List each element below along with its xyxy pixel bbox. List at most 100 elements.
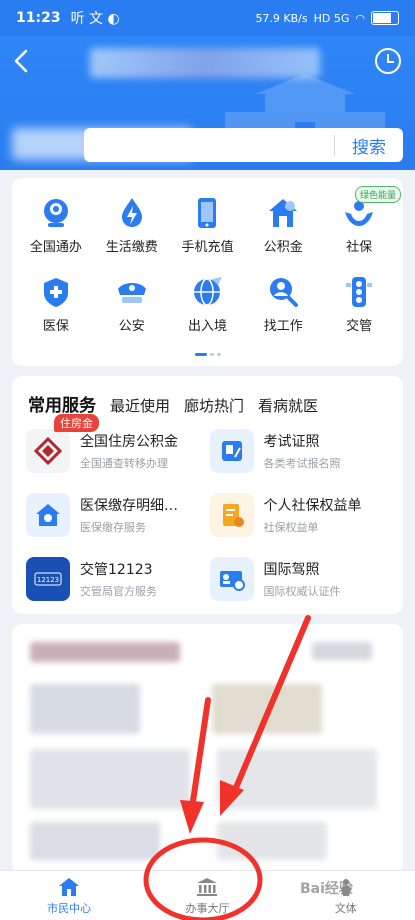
grid-label: 找工作 [263,319,303,334]
battery-icon [371,11,399,25]
service-subtitle: 国际权威认证件 [263,585,341,598]
page-dot [209,353,214,356]
service-tabs: 常用服务 最近使用 廊坊热门 看病就医 [12,376,403,416]
medical-home-icon [36,504,60,526]
service-housing-fund[interactable]: 住房金 全国住房公积金 全国通查转移办理 [26,414,210,474]
search-button[interactable]: 搜索 [335,133,403,158]
service-icon-box [209,493,254,537]
service-intl-license[interactable]: 国际驾照 国际权威认证件 [209,556,394,602]
service-title: 考试证照 [263,434,320,450]
blurred-item [212,684,322,734]
service-icon-box [209,429,254,473]
service-text: 个人社保权益单 社保权益单 [264,495,362,535]
service-text: 医保缴存明细… 医保缴存服务 [80,495,178,535]
net-speed: 57.9 KB/s [255,11,308,25]
status-right: 57.9 KB/s HD 5G ◠ [255,11,399,25]
housing-fund-logo-icon [34,437,62,465]
home-icon [59,877,80,896]
blurred-content-card [12,624,403,874]
service-text: 交管12123 交管局官方服务 [80,559,157,599]
app-header: 搜索 [0,36,415,170]
grid-label: 医保 [42,319,69,334]
service-icon-box: 12123 [26,557,70,601]
service-title: 医保缴存明细… [80,498,178,514]
service-title: 全国住房公积金 [80,434,178,450]
wifi-icon: ◠ [355,11,365,25]
service-title: 国际驾照 [263,562,320,578]
traffic-light-icon [346,277,373,307]
grid-label: 交管 [346,319,373,334]
grid-label: 全国通办 [29,240,82,255]
status-time: 11:23 [16,10,61,26]
tab-medical[interactable]: 看病就医 [258,395,318,416]
grid-item-police[interactable]: 公安 [94,275,170,334]
service-social-rights[interactable]: 个人社保权益单 社保权益单 [209,492,394,538]
grid-item-exit-entry[interactable]: 出入境 [170,275,246,334]
signal-label: HD 5G [313,11,350,25]
medical-shield-icon [43,278,68,307]
green-energy-tag: 绿色能量 [354,186,401,203]
service-subtitle: 交管局官方服务 [80,585,157,598]
blurred-item [30,684,140,734]
house-fund-icon [269,199,298,227]
service-icon-box [26,493,70,537]
status-left-icons: 听 文 ◐ [70,11,120,27]
grid-item-phone[interactable]: 手机充值 [170,196,246,255]
housing-fund-badge: 住房金 [54,414,99,432]
search-row: 搜索 [12,128,403,164]
service-medical-deposit[interactable]: 医保缴存明细… 医保缴存服务 [26,492,210,538]
page-dot [216,353,221,356]
watermark: Bai经验 [300,881,353,897]
page-title-blurred [90,48,320,78]
person-search-icon [270,278,299,307]
grid-label: 手机充值 [181,240,234,255]
service-title: 交管12123 [80,562,153,578]
tab-service-hall[interactable]: 办事大厅 [138,871,276,920]
bolt-drop-icon [121,198,142,227]
service-exam-photo[interactable]: 考试证照 各类考试报名照 [209,428,394,474]
quick-access-card: 全国通办 生活缴费 手机充值 公积金 绿色能量 社保 医保 公安 出入境 找工作… [12,178,403,366]
grid-label: 社保 [346,240,373,255]
grid-item-fund[interactable]: 公积金 [245,196,321,255]
blurred-more [312,642,372,660]
back-button[interactable] [12,48,40,76]
grid-item-medical[interactable]: 医保 [18,275,94,334]
certificate-icon [221,441,242,461]
tab-citizen-center[interactable]: 市民中心 [0,871,138,920]
search-box: 搜索 [84,128,403,162]
service-subtitle: 各类考试报名照 [263,457,341,470]
search-input[interactable] [84,128,334,162]
traffic-12123-icon: 12123 [34,572,62,586]
tab-langfang-hot[interactable]: 廊坊热门 [184,395,244,416]
blurred-item [217,822,327,860]
service-text: 全国住房公积金 全国通查转移办理 [80,431,178,471]
grid-label: 公安 [118,319,145,334]
blurred-heading [30,642,180,662]
traffic-12123-icon-text: 12123 [37,576,59,584]
blurred-item [217,749,377,809]
clock-icon[interactable] [375,48,401,74]
grid-item-traffic[interactable]: 交管 [321,275,397,334]
service-text: 国际驾照 国际权威认证件 [264,559,341,599]
tab-recent[interactable]: 最近使用 [110,395,170,416]
service-subtitle: 全国通查转移办理 [80,457,168,470]
service-traffic-12123[interactable]: 12123 交管12123 交管局官方服务 [26,556,210,602]
service-subtitle: 医保缴存服务 [80,521,146,534]
chevron-left-icon [14,49,28,73]
tab-label: 文体 [334,901,357,915]
grid-item-utility[interactable]: 生活缴费 [94,196,170,255]
globe-plane-icon [194,277,223,306]
service-icon-box [26,429,70,473]
blurred-item [30,822,160,860]
phone-icon [198,198,217,228]
grid-item-national[interactable]: 全国通办 [18,196,94,255]
page-dot-active [194,353,207,356]
document-edit-icon [222,504,244,527]
tab-common-services[interactable]: 常用服务 [28,391,96,416]
grid-label: 公积金 [263,240,303,255]
police-cap-icon [117,283,146,303]
grid-item-job[interactable]: 找工作 [245,275,321,334]
id-card-globe-icon [219,571,245,591]
service-list: 住房金 全国住房公积金 全国通查转移办理 考试证照 各类考试报名照 医保缴存明细… [12,414,403,602]
grid-item-social-security[interactable]: 绿色能量 社保 [321,186,401,255]
